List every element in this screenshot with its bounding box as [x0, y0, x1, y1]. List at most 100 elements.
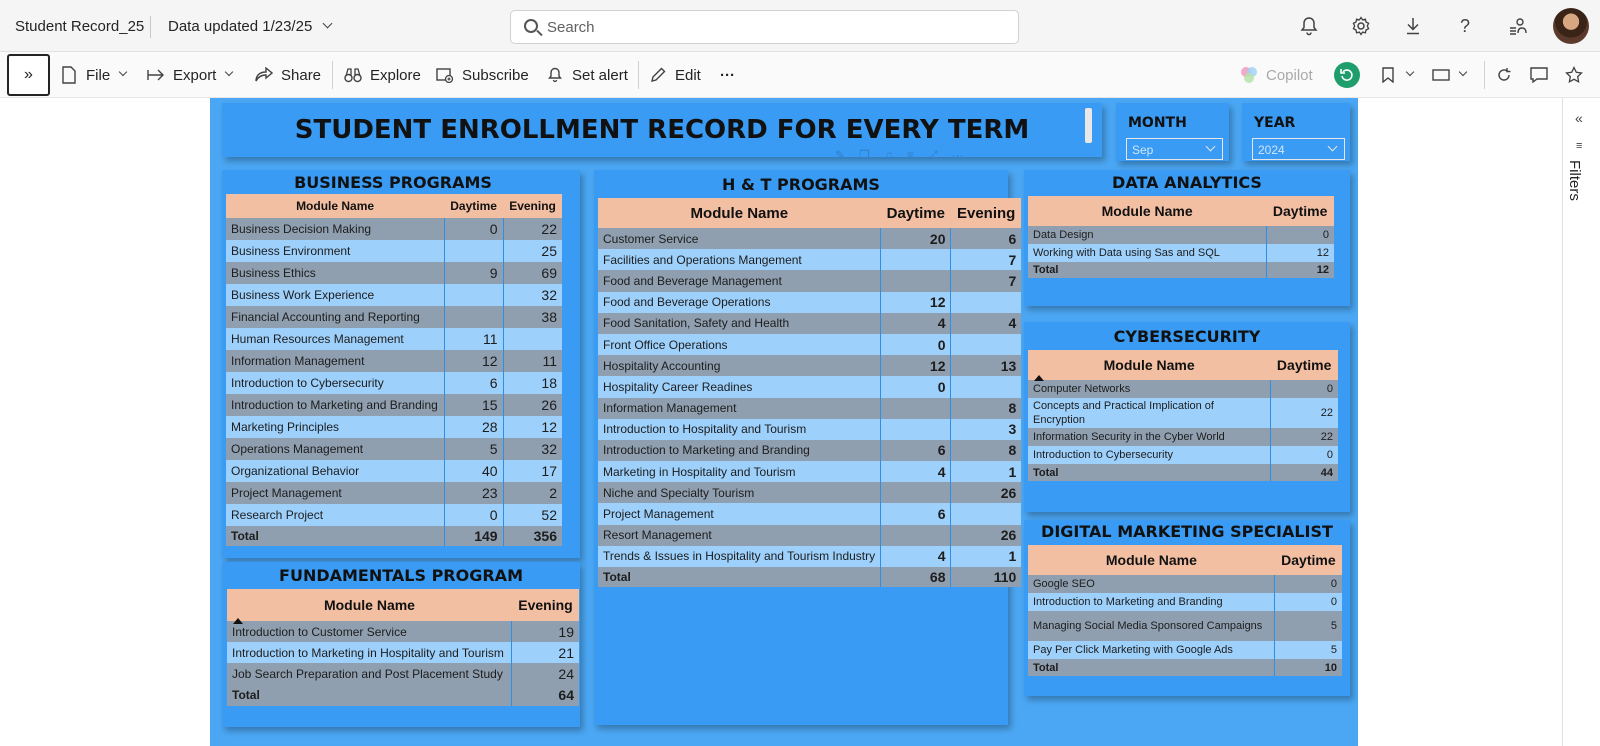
filters-label[interactable]: Filters	[1566, 160, 1583, 201]
table-row[interactable]: Introduction to Marketing in Hospitality…	[227, 642, 579, 663]
table-row[interactable]: Resort Management 26	[598, 524, 1022, 546]
table-row[interactable]: Information Management 8	[598, 397, 1022, 419]
table-row[interactable]: Food and Beverage Operations 12	[598, 291, 1022, 313]
table-row[interactable]: Human Resources Management 11	[226, 328, 562, 350]
view-menu[interactable]	[1432, 64, 1468, 86]
table-row[interactable]: Business Environment 25	[226, 240, 562, 262]
column-header[interactable]: Module Name	[227, 589, 512, 621]
table-row[interactable]: Working with Data using Sas and SQL 12	[1028, 244, 1334, 262]
table-row[interactable]: Job Search Preparation and Post Placemen…	[227, 663, 579, 684]
table-row[interactable]: Trends & Issues in Hospitality and Touri…	[598, 545, 1022, 567]
more-options-button[interactable]: ···	[720, 64, 735, 86]
search-box[interactable]	[510, 10, 1019, 44]
table-row[interactable]: Hospitality Career Readines 0	[598, 376, 1022, 398]
total-row: Total 44	[1028, 464, 1338, 481]
refresh-button[interactable]	[1495, 64, 1521, 86]
filter-icon[interactable]: ≡	[907, 148, 914, 166]
column-header[interactable]: Module Name	[226, 194, 445, 218]
column-header[interactable]: Daytime	[1270, 350, 1338, 380]
table-row[interactable]: Managing Social Media Sponsored Campaign…	[1028, 611, 1342, 641]
table-row[interactable]: Data Design 0	[1028, 226, 1334, 244]
table-row[interactable]: Business Decision Making 0 22	[226, 218, 562, 240]
column-header[interactable]: Daytime	[1274, 545, 1342, 575]
table-row[interactable]: Financial Accounting and Reporting 38	[226, 306, 562, 328]
copilot-button[interactable]: Copilot	[1240, 64, 1313, 86]
table-row[interactable]: Introduction to Cybersecurity 6 18	[226, 372, 562, 394]
column-header[interactable]: Evening	[950, 198, 1022, 228]
bell-icon[interactable]	[1297, 14, 1321, 38]
table-row[interactable]: Customer Service 20 6	[598, 228, 1022, 250]
table-row[interactable]: Introduction to Marketing and Branding 15…	[226, 394, 562, 416]
table-row[interactable]: Introduction to Cybersecurity 0	[1028, 446, 1338, 464]
sort-ascending-icon[interactable]	[1034, 375, 1044, 381]
month-dropdown[interactable]: Sep	[1126, 138, 1223, 160]
alert-icon[interactable]: ♫	[884, 148, 893, 166]
help-icon[interactable]: ?	[1453, 14, 1477, 38]
table-row[interactable]: Food and Beverage Management 7	[598, 270, 1022, 292]
table-row[interactable]: Introduction to Marketing and Branding 6 8	[598, 439, 1022, 462]
column-header[interactable]: Module Name	[598, 198, 881, 228]
column-header[interactable]: Evening	[511, 589, 579, 621]
table-row[interactable]: Business Ethics 9 69	[226, 262, 562, 284]
table-row[interactable]: Facilities and Operations Mangement 7	[598, 249, 1022, 271]
value-cell: 32	[503, 284, 562, 306]
column-header[interactable]: Module Name	[1028, 196, 1267, 226]
column-header[interactable]: Daytime	[1266, 196, 1334, 226]
table-row[interactable]: Introduction to Hospitality and Tourism 3	[598, 418, 1022, 440]
table-row[interactable]: Front Office Operations 0	[598, 333, 1022, 356]
bookmark-menu[interactable]	[1379, 64, 1415, 86]
file-menu[interactable]: File	[60, 64, 128, 86]
comment-button[interactable]	[1530, 64, 1556, 86]
subscribe-button[interactable]: Subscribe	[436, 64, 529, 86]
focus-mode-icon[interactable]: ⤢	[928, 148, 938, 166]
table-row[interactable]: Organizational Behavior 40 17	[226, 460, 562, 482]
sort-ascending-icon[interactable]	[233, 618, 243, 624]
export-menu[interactable]: Export	[147, 64, 234, 86]
expand-nav-button[interactable]: »	[7, 54, 50, 96]
table-row[interactable]: Information Security in the Cyber World 2…	[1028, 428, 1338, 446]
table-row[interactable]: Project Management 23 2	[226, 482, 562, 504]
title-scrollbar[interactable]	[1085, 108, 1092, 143]
more-options-icon[interactable]: ···	[951, 148, 963, 166]
explore-button[interactable]: Explore	[344, 64, 421, 86]
table-row[interactable]: Introduction to Marketing and Branding 0	[1028, 593, 1342, 611]
table-row[interactable]: Business Work Experience 32	[226, 284, 562, 306]
people-icon[interactable]	[1505, 14, 1529, 38]
pin-icon[interactable]: ✎	[835, 148, 845, 166]
value-cell: 5	[1274, 641, 1342, 659]
table-row[interactable]: Introduction to Customer Service 19	[227, 621, 579, 642]
user-avatar[interactable]	[1553, 8, 1589, 44]
download-icon[interactable]	[1401, 14, 1425, 38]
table-row[interactable]: Project Management 6	[598, 503, 1022, 525]
table-row[interactable]: Concepts and Practical Implication of En…	[1028, 398, 1338, 428]
table-row[interactable]: Hospitality Accounting 12 13	[598, 355, 1022, 377]
copy-icon[interactable]: ❐	[859, 148, 870, 166]
table-row[interactable]: Marketing in Hospitality and Tourism 4 1	[598, 461, 1022, 483]
year-dropdown[interactable]: 2024	[1252, 138, 1345, 160]
column-header[interactable]: Daytime	[444, 194, 504, 218]
reset-button[interactable]	[1334, 62, 1360, 88]
column-header[interactable]: Daytime	[880, 198, 951, 228]
table-row[interactable]: Operations Management 5 32	[226, 438, 562, 460]
table-row[interactable]: Food Sanitation, Safety and Health 4 4	[598, 312, 1022, 334]
table-row[interactable]: Marketing Principles 28 12	[226, 416, 562, 438]
column-header[interactable]: Module Name	[1028, 545, 1275, 575]
gear-icon[interactable]	[1349, 14, 1373, 38]
table-row[interactable]: Research Project 0 52	[226, 504, 562, 526]
data-updated-dropdown[interactable]: Data updated 1/23/25	[168, 18, 333, 35]
collapse-chevron-icon[interactable]: «	[1575, 110, 1583, 126]
cybersecurity-card: CYBERSECURITY Module Name Daytime Computer…	[1024, 322, 1350, 512]
total-value-cell: 356	[503, 526, 562, 546]
search-input[interactable]	[547, 17, 987, 37]
column-header[interactable]: Module Name	[1028, 350, 1271, 380]
table-row[interactable]: Pay Per Click Marketing with Google Ads 5	[1028, 641, 1342, 659]
set-alert-button[interactable]: Set alert	[546, 64, 628, 86]
table-row[interactable]: Google SEO 0	[1028, 575, 1342, 593]
table-row[interactable]: Niche and Specialty Tourism 26	[598, 482, 1022, 504]
table-row[interactable]: Information Management 12 11	[226, 350, 562, 372]
table-row[interactable]: Computer Networks 0	[1028, 380, 1338, 398]
share-button[interactable]: Share	[255, 64, 321, 86]
column-header[interactable]: Evening	[503, 194, 562, 218]
favorite-button[interactable]	[1565, 64, 1591, 86]
edit-button[interactable]: Edit	[649, 64, 701, 86]
